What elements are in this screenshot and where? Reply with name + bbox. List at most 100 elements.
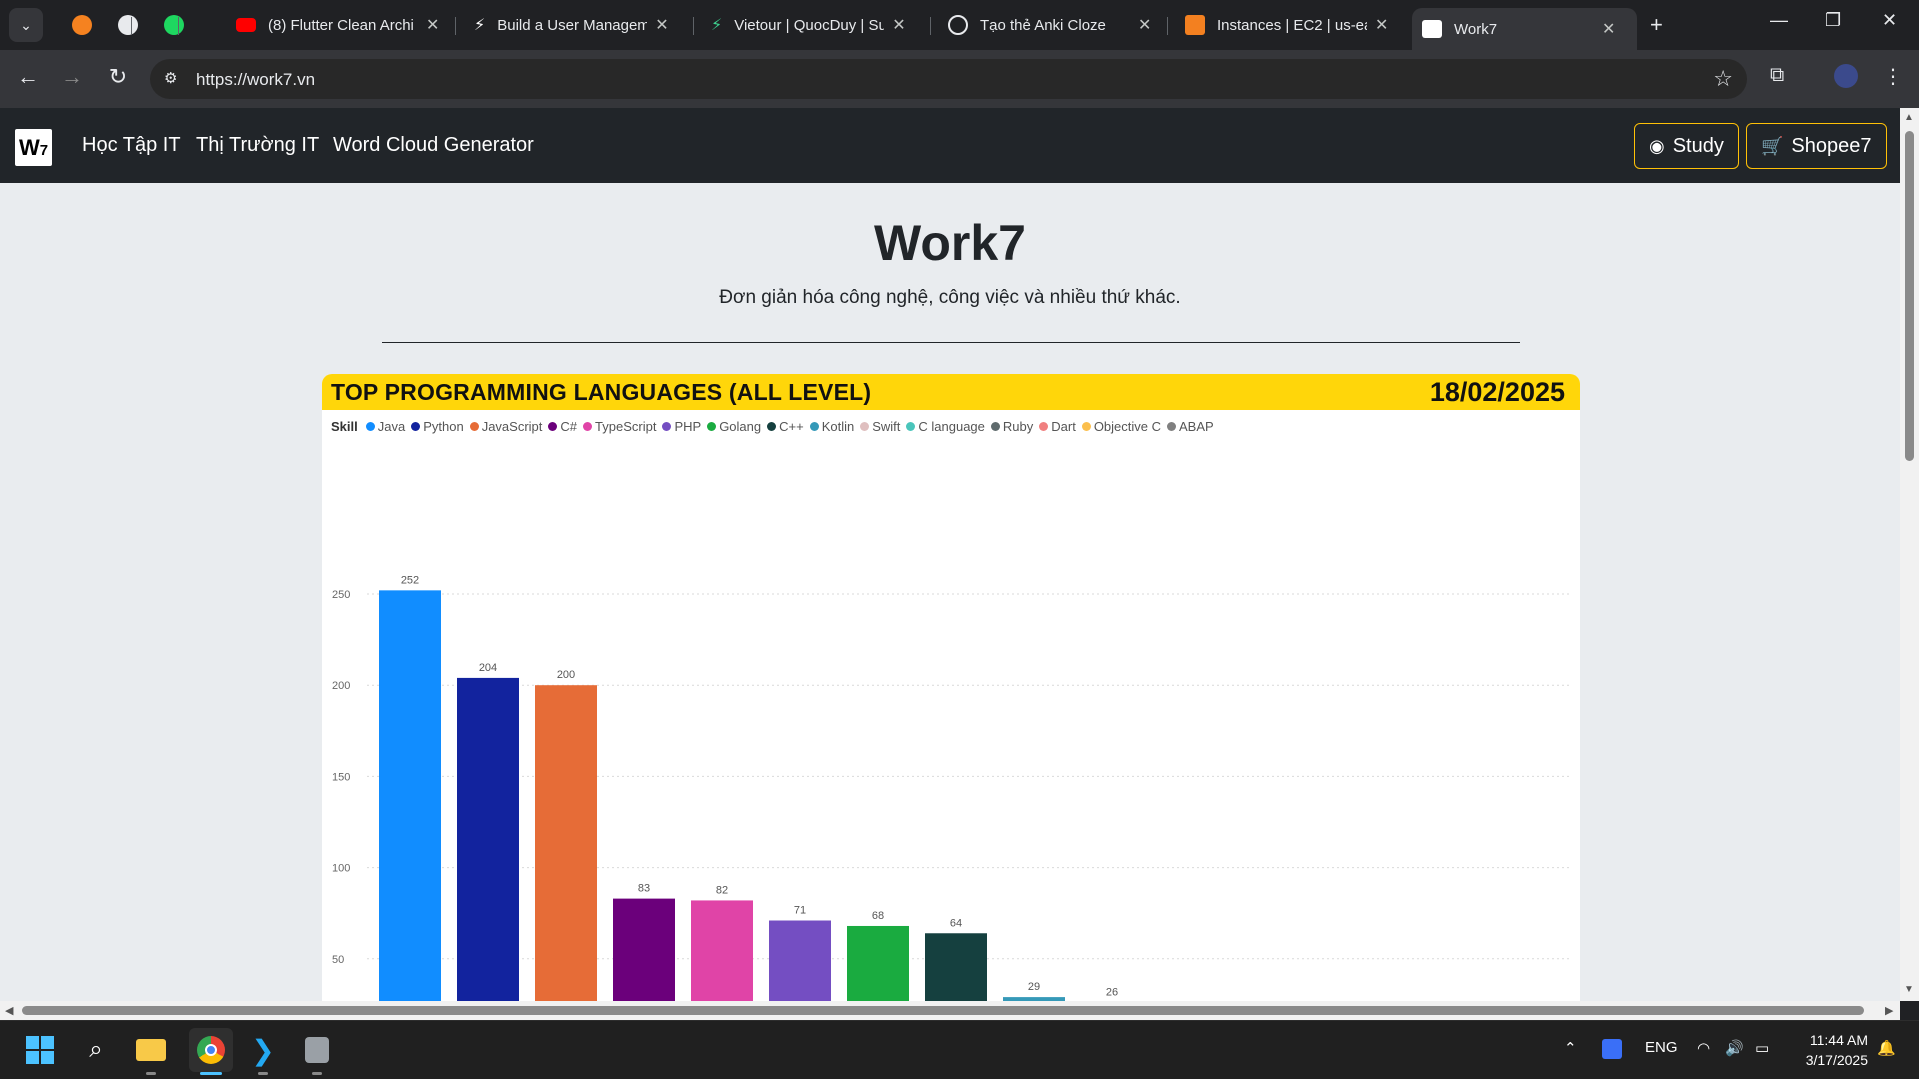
site-navbar: W7 Học Tập IT Thị Trường IT Word Cloud G… [0,108,1900,183]
tab-ec2[interactable]: Instances | EC2 | us-ea ✕ [1175,9,1398,41]
legend-label: TypeScript [595,419,657,434]
legend-label: C language [918,419,985,434]
vscode-button[interactable]: ❯ [246,1033,280,1067]
legend-item[interactable]: Golang [707,419,761,434]
tab-flutter[interactable]: (8) Flutter Clean Archi ✕ [226,9,449,41]
chevron-down-icon: ⌄ [20,16,32,33]
nav-word-cloud-generator[interactable]: Word Cloud Generator [333,134,534,157]
new-tab-button[interactable]: + [1650,12,1663,38]
legend-item[interactable]: Java [365,419,405,434]
vertical-scroll-thumb[interactable] [1905,131,1914,461]
notification-icon[interactable]: 🔔 [1877,1039,1896,1057]
close-icon[interactable]: ✕ [1602,19,1615,39]
tab-user-management[interactable]: ⚡ Build a User Managem ✕ [464,9,679,41]
close-icon[interactable]: ✕ [1375,15,1388,35]
clock-time: 11:44 AM [1809,1032,1868,1048]
legend-item[interactable]: C++ [767,419,804,434]
legend-item[interactable]: Swift [860,419,900,434]
legend-item[interactable]: Python [411,419,464,434]
y-tick-label: 200 [332,680,350,692]
pinned-tab-1[interactable] [65,8,99,42]
chrome-button[interactable] [189,1028,233,1072]
close-window-button[interactable]: ✕ [1882,10,1897,31]
bar [691,900,753,1001]
close-icon[interactable]: ✕ [1138,15,1151,35]
forward-button[interactable]: → [57,64,87,90]
legend-item[interactable]: Objective C [1081,419,1161,434]
tab-work7[interactable]: Work7 ✕ [1412,8,1637,50]
shopee-label: Shopee7 [1791,134,1872,157]
legend-item[interactable]: JavaScript [469,419,542,434]
search-icon: ⌕ [89,1036,103,1063]
legend-item[interactable]: Ruby [990,419,1033,434]
legend-item[interactable]: TypeScript [583,419,656,434]
running-indicator [146,1072,156,1075]
bolt-icon: ⚡ [474,17,486,34]
plus-icon: + [1650,12,1663,37]
pinned-tab-spotify[interactable] [157,8,191,42]
app-favicon-icon [72,15,92,35]
legend-item[interactable]: C language [906,419,985,434]
horizontal-scrollbar[interactable]: ◀ ▶ [0,1001,1900,1020]
nav-hoc-tap-it[interactable]: Học Tập IT [82,134,181,157]
close-icon[interactable]: ✕ [655,15,668,35]
legend-label: C++ [779,419,804,434]
data-label: 252 [401,574,419,586]
legend-item[interactable]: Dart [1039,419,1076,434]
scroll-down-icon[interactable]: ▼ [1904,984,1914,995]
study-button[interactable]: ◉ Study [1634,123,1739,169]
tab-search-button[interactable]: ⌄ [9,8,43,42]
restore-button[interactable]: ❐ [1825,10,1841,31]
app-button[interactable] [300,1033,334,1067]
tab-anki[interactable]: Tạo thẻ Anki Cloze ✕ [938,9,1161,41]
vertical-scrollbar[interactable]: ▲ ▼ [1900,108,1919,1001]
legend-label: C# [560,419,578,434]
system-clock[interactable]: 11:44 AM 3/17/2025 [1806,1030,1868,1070]
shopee7-button[interactable]: 🛒 Shopee7 [1746,123,1887,169]
legend-item[interactable]: C# [548,419,577,434]
volume-icon[interactable]: 🔊 [1725,1039,1744,1057]
legend-dot-icon [662,422,672,431]
start-button[interactable] [23,1033,57,1067]
site-logo[interactable]: W7 [15,129,52,166]
chrome-icon [197,1036,225,1064]
scroll-up-icon[interactable]: ▲ [1904,112,1914,123]
chevron-up-icon[interactable]: ⌃ [1564,1039,1577,1057]
wifi-icon[interactable]: ◠ [1697,1039,1710,1057]
close-icon[interactable]: ✕ [426,15,439,35]
pinned-tab-2[interactable] [111,8,145,42]
horizontal-scroll-thumb[interactable] [22,1006,1864,1015]
search-button[interactable]: ⌕ [79,1033,113,1067]
minimize-button[interactable]: — [1770,10,1788,31]
language-indicator[interactable]: ENG [1645,1039,1678,1056]
tab-vietour[interactable]: ⚡ Vietour | QuocDuy | Su ✕ [701,9,916,41]
arrow-left-icon: ← [17,64,39,89]
scroll-right-icon[interactable]: ▶ [1885,1004,1893,1017]
close-icon[interactable]: ✕ [892,15,905,35]
site-info-icon[interactable]: ⚙ [164,69,184,89]
discord-icon: ◉ [1649,135,1665,156]
extensions-button[interactable]: ⧉ [1770,64,1784,87]
legend-label: Golang [719,419,762,434]
file-explorer-button[interactable] [134,1033,168,1067]
back-button[interactable]: ← [13,64,43,90]
legend-dot-icon [809,422,819,431]
bar [769,920,831,1001]
battery-icon[interactable]: ▭ [1755,1039,1769,1057]
browser-menu-button[interactable]: ⋮ [1883,64,1903,89]
legend-dot-icon [860,422,870,431]
legend-item[interactable]: Kotlin [809,419,854,434]
nav-thi-truong-it[interactable]: Thị Trường IT [196,134,319,157]
scroll-left-icon[interactable]: ◀ [5,1004,13,1017]
legend-item[interactable]: PHP [662,419,701,434]
active-indicator [200,1072,222,1075]
tray-app-icon[interactable] [1602,1039,1622,1059]
browser-toolbar: ← → ↻ ⚙ https://work7.vn ☆ ⧉ ⋮ [0,50,1919,108]
url-text[interactable]: https://work7.vn [196,70,315,90]
legend-dot-icon [1167,422,1177,431]
address-bar[interactable]: ⚙ https://work7.vn ☆ [150,59,1747,99]
legend-item[interactable]: ABAP [1167,419,1214,434]
bookmark-star-icon[interactable]: ☆ [1713,66,1733,92]
reload-button[interactable]: ↻ [103,64,133,90]
profile-avatar[interactable] [1834,64,1858,94]
